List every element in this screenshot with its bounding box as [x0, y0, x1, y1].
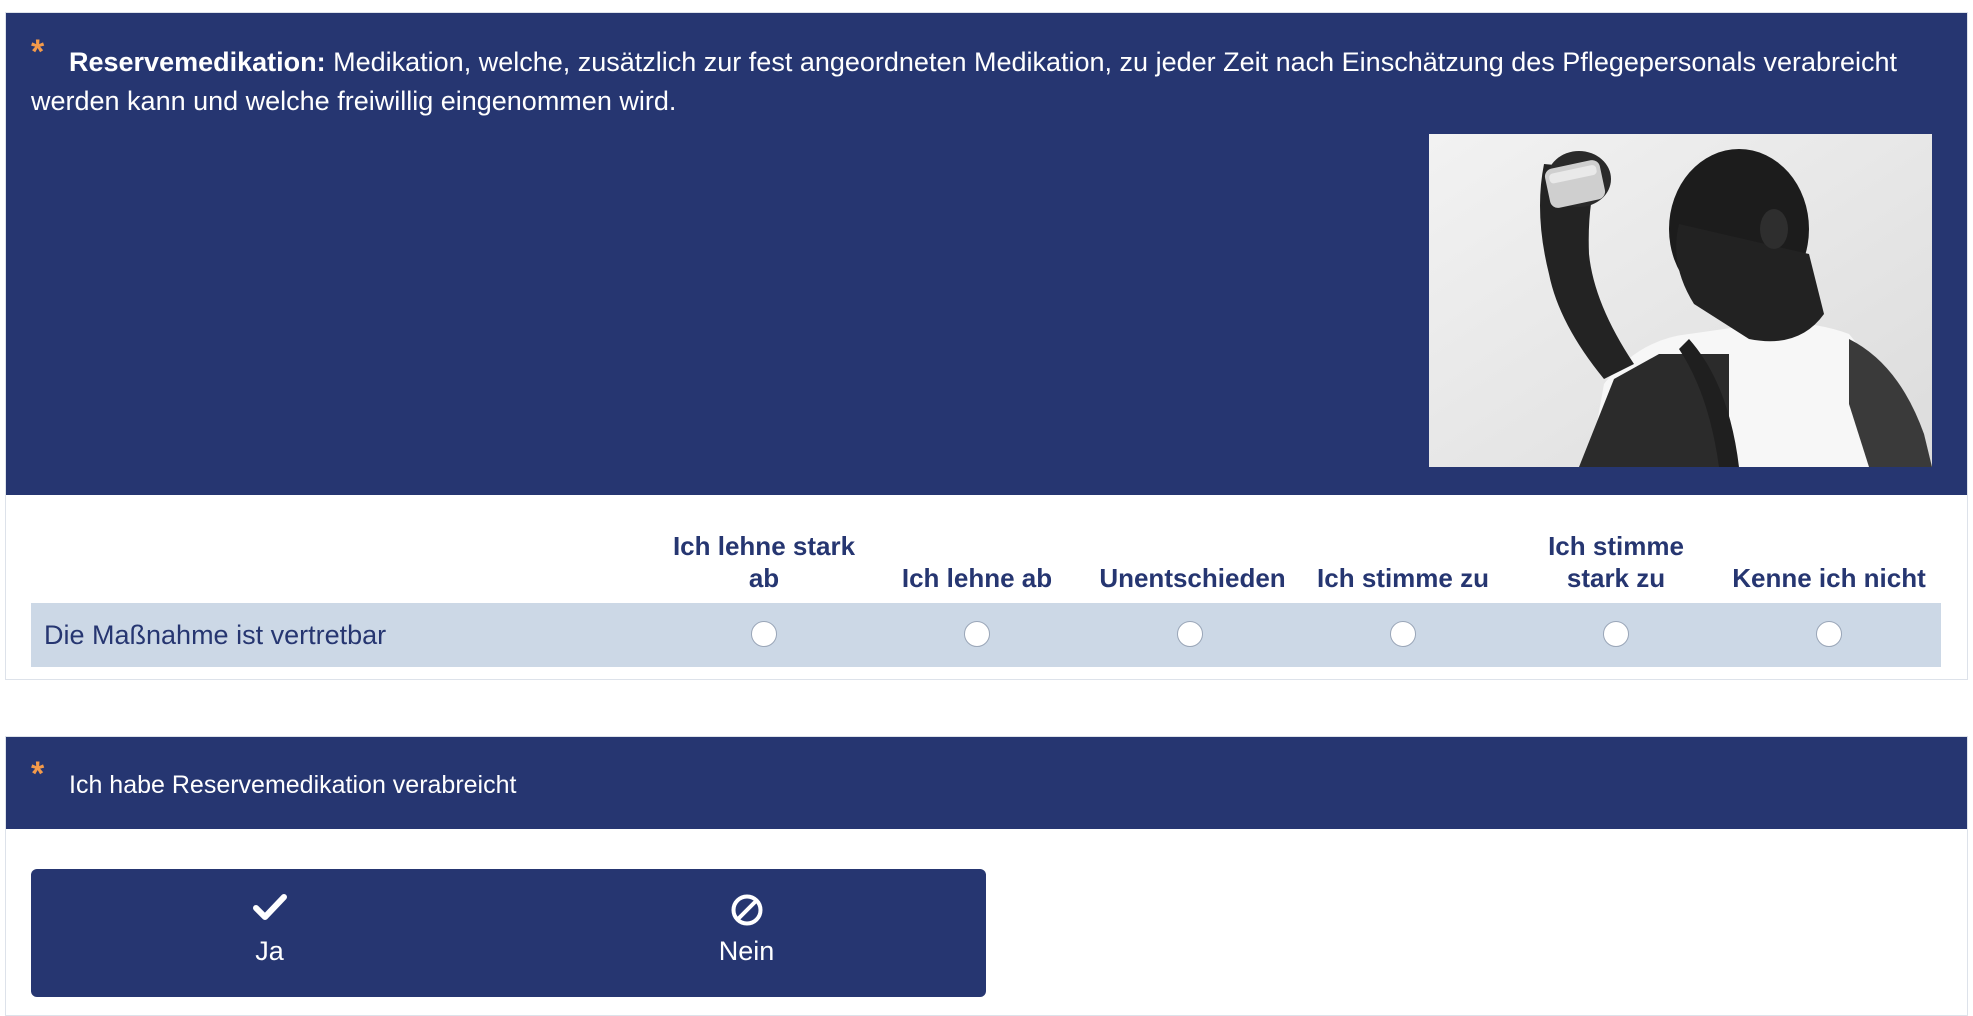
ja-label: Ja	[255, 936, 284, 966]
required-asterisk-icon: *	[31, 33, 45, 71]
radio-ich-lehne-stark-ab[interactable]	[751, 621, 777, 647]
radio-ich-stimme-stark-zu[interactable]	[1603, 621, 1629, 647]
row-label: Die Maßnahme ist vertretbar	[44, 620, 387, 650]
radio-ich-stimme-zu[interactable]	[1390, 621, 1416, 647]
checkmark-icon	[252, 893, 287, 926]
column-header: Ich lehne stark ab	[672, 531, 856, 593]
radio-unentschieden[interactable]	[1177, 621, 1203, 647]
question-reservemedikation-verabreicht: * Ich habe Reservemedikation verabreicht …	[5, 736, 1968, 1016]
radio-ich-lehne-ab[interactable]	[964, 621, 990, 647]
column-header: Unentschieden	[1099, 563, 1286, 593]
question-reservemedikation-matrix: * Reservemedikation: Medikation, welche, …	[5, 12, 1968, 680]
prohibited-icon	[730, 893, 764, 932]
matrix-row: Die Maßnahme ist vertretbar	[31, 603, 1941, 667]
question-text: * Reservemedikation: Medikation, welche, …	[31, 33, 1951, 121]
required-asterisk-icon: *	[31, 755, 45, 793]
yes-no-button-group: Ja Nein	[31, 869, 986, 997]
nein-label: Nein	[718, 936, 775, 966]
question-header: * Ich habe Reservemedikation verabreicht	[6, 737, 1967, 829]
column-header: Ich stimme stark zu	[1548, 531, 1684, 593]
question-label: Ich habe Reservemedikation verabreicht	[69, 771, 517, 799]
nein-button[interactable]: Nein	[508, 869, 985, 997]
column-header: Ich stimme zu	[1317, 563, 1489, 593]
person-drinking-photo-icon	[1429, 134, 1932, 467]
question-text: * Ich habe Reservemedikation verabreicht	[31, 755, 517, 805]
question-header: * Reservemedikation: Medikation, welche, …	[6, 13, 1967, 495]
column-header: Kenne ich nicht	[1732, 563, 1926, 593]
column-header: Ich lehne ab	[901, 563, 1053, 593]
question-image	[1429, 134, 1932, 467]
radio-kenne-ich-nicht[interactable]	[1816, 621, 1842, 647]
question-term: Reservemedikation:	[69, 47, 326, 77]
ja-button[interactable]: Ja	[31, 869, 508, 997]
